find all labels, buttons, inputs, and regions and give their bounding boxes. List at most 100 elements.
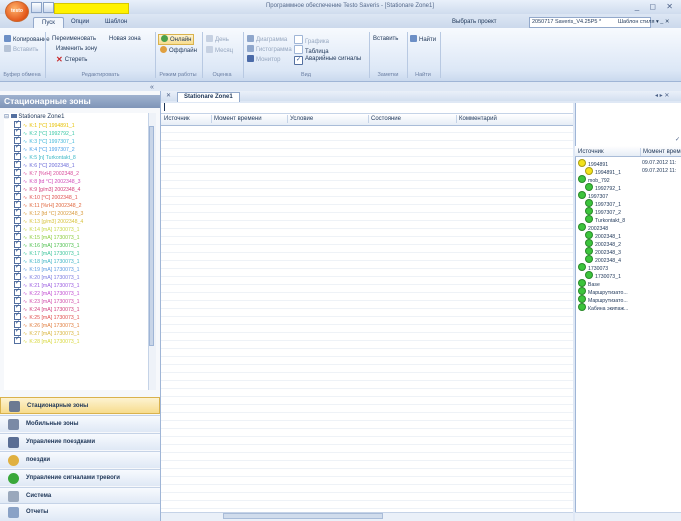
column-header-source[interactable]: Источник — [162, 115, 210, 123]
sensor-row[interactable]: Маршрутизато... — [578, 287, 628, 296]
table-row[interactable] — [161, 404, 573, 405]
table-row[interactable] — [161, 292, 573, 293]
tab-close-small-icon[interactable]: ✕ — [166, 92, 171, 99]
document-nav-controls[interactable]: ◂ ▸ ✕ — [655, 92, 669, 99]
tree-scroll-thumb[interactable] — [149, 126, 154, 346]
sensor-panel-scrollbar[interactable] — [575, 512, 681, 521]
table-row[interactable] — [161, 132, 573, 133]
tree-channel-item[interactable]: ∿K:7 [%rH] 2002348_2 — [4, 167, 148, 177]
tree-channel-item[interactable]: ∿K:4 [°C] 1997307_2 — [4, 143, 148, 153]
table-row[interactable] — [161, 172, 573, 173]
sensor-column-source[interactable]: Источник — [578, 148, 604, 156]
table-row[interactable] — [161, 468, 573, 469]
sensor-row[interactable]: 2002348_2 — [585, 239, 621, 248]
nav-alarm-management[interactable]: Управление сигналами тревоги — [0, 469, 160, 486]
table-row[interactable] — [161, 412, 573, 413]
tree-channel-item[interactable]: ∿K:10 [°C] 2002348_1 — [4, 191, 148, 201]
panel-pin-icon[interactable]: ✓ — [675, 136, 680, 143]
quick-access-icon[interactable] — [43, 2, 54, 13]
table-row[interactable] — [161, 476, 573, 477]
month-button[interactable]: Месяц — [206, 46, 233, 55]
tree-channel-item[interactable]: ∿K:18 [mA] 1730073_1 — [4, 255, 148, 265]
tree-channel-item[interactable]: ∿K:20 [mA] 1730073_1 — [4, 271, 148, 281]
tree-channel-item[interactable]: ∿K:17 [mA] 1730073_1 — [4, 247, 148, 257]
sensor-row[interactable]: Кабина экипаж... — [578, 303, 628, 312]
sensor-row[interactable]: 2002348_3 — [585, 247, 621, 256]
tree-channel-item[interactable]: ∿K:13 [g/m3] 2002348_4 — [4, 215, 148, 225]
graph-button[interactable]: Графика — [294, 35, 329, 45]
monitor-button[interactable]: Монитор — [247, 55, 280, 64]
table-row[interactable] — [161, 300, 573, 301]
table-row[interactable] — [161, 276, 573, 277]
tree-channel-item[interactable]: ∿K:26 [mA] 1730073_1 — [4, 319, 148, 329]
new-zone-button[interactable]: Новая зона — [109, 35, 141, 44]
table-row[interactable] — [161, 508, 573, 509]
nav-trips[interactable]: поездки — [0, 451, 160, 468]
table-row[interactable] — [161, 212, 573, 213]
column-header-comment[interactable]: Комментарий — [456, 115, 574, 123]
quick-save-icon[interactable] — [31, 2, 42, 13]
table-row[interactable] — [161, 324, 573, 325]
table-scroll-thumb[interactable] — [223, 513, 383, 519]
table-row[interactable] — [161, 180, 573, 181]
sensor-row[interactable]: 1997307_2 — [585, 207, 621, 216]
nav-system[interactable]: Система — [0, 487, 160, 504]
tree-channel-item[interactable]: ∿K:22 [mA] 1730073_1 — [4, 287, 148, 297]
table-row[interactable] — [161, 308, 573, 309]
table-row[interactable] — [161, 164, 573, 165]
sensor-row[interactable]: 1994891_1 — [585, 167, 621, 176]
window-controls[interactable]: _ ◻ ✕ — [635, 2, 677, 11]
sensor-row[interactable]: 2002348 — [578, 223, 608, 232]
table-row[interactable] — [161, 252, 573, 253]
table-row[interactable] — [161, 348, 573, 349]
paste-button[interactable]: Вставить — [4, 45, 38, 54]
sensor-row[interactable]: Base — [578, 279, 600, 288]
online-mode-button[interactable]: Онлайн — [158, 34, 195, 45]
table-row[interactable] — [161, 204, 573, 205]
table-row[interactable] — [161, 500, 573, 501]
sensor-row[interactable]: 1997307 — [578, 191, 608, 200]
column-header-state[interactable]: Состояние — [368, 115, 457, 123]
tree-channel-item[interactable]: ∿K:15 [mA] 1730073_1 — [4, 231, 148, 241]
table-row[interactable] — [161, 356, 573, 357]
tab-options[interactable]: Опции — [63, 17, 97, 28]
document-tab-stationare-zone1[interactable]: Stationare Zone1 — [177, 92, 240, 102]
table-row[interactable] — [161, 436, 573, 437]
sensor-row[interactable]: Turkontakt_8 — [585, 215, 625, 224]
table-row[interactable] — [161, 228, 573, 229]
table-row[interactable] — [161, 428, 573, 429]
copy-button[interactable]: Копирование — [4, 35, 50, 44]
table-row[interactable] — [161, 380, 573, 381]
column-header-condition[interactable]: Условие — [287, 115, 366, 123]
channel-checkbox[interactable] — [14, 335, 21, 344]
histogram-button[interactable]: Гистограмма — [247, 45, 292, 54]
table-row[interactable] — [161, 460, 573, 461]
tree-channel-item[interactable]: ∿K:12 [td °C] 2002348_3 — [4, 207, 148, 217]
tree-channel-item[interactable]: ∿K:2 [°C] 1992792_1 — [4, 127, 148, 137]
delete-button[interactable]: ✕ Стереть — [56, 55, 87, 64]
tree-channel-item[interactable]: ∿K:19 [mA] 1730073_1 — [4, 263, 148, 273]
table-row[interactable] — [161, 196, 573, 197]
tree-channel-item[interactable]: ∿K:14 [mA] 1730073_1 — [4, 223, 148, 233]
tree-channel-item[interactable]: ∿K:21 [mA] 1730073_1 — [4, 279, 148, 289]
panel-collapse-icon[interactable]: « — [150, 84, 154, 91]
table-button[interactable]: Таблица — [294, 45, 329, 55]
table-row[interactable] — [161, 452, 573, 453]
table-row[interactable] — [161, 284, 573, 285]
table-row[interactable] — [161, 140, 573, 141]
change-zone-button[interactable]: Изменить зону — [56, 45, 97, 54]
tree-collapse-icon[interactable]: ⊟ — [4, 114, 9, 120]
table-row[interactable] — [161, 396, 573, 397]
tree-channel-item[interactable]: ∿K:28 [mA] 1730073_1 — [4, 335, 148, 345]
table-row[interactable] — [161, 244, 573, 245]
offline-mode-button[interactable]: Оффлайн — [160, 46, 197, 55]
table-row[interactable] — [161, 444, 573, 445]
tree-channel-item[interactable]: ∿K:1 [°C] 1994891_1 — [4, 119, 148, 129]
sensor-row[interactable]: 1730073_1 — [585, 271, 621, 280]
table-row[interactable] — [161, 492, 573, 493]
sensor-row[interactable]: 1992792_1 — [585, 183, 621, 192]
app-orb-button[interactable]: testo — [5, 1, 29, 22]
tab-template[interactable]: Шаблон — [97, 17, 135, 28]
table-row[interactable] — [161, 372, 573, 373]
insert-note-button[interactable]: Вставить — [373, 35, 398, 44]
